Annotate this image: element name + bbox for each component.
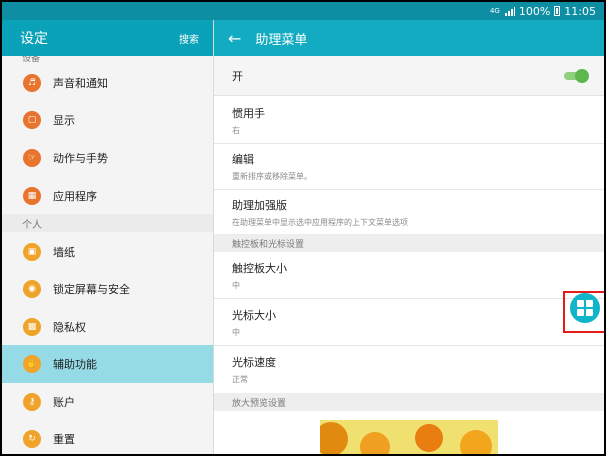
setting-value: 中 [232, 280, 240, 290]
setting-title: 惯用手 [232, 106, 265, 120]
settings-title: 设定 [20, 31, 48, 47]
assistant-menu-settings: 开 惯用手 右 编辑 重新排序或移除菜单。 助理加强版 在助理菜单中显示选中应用… [214, 56, 604, 454]
page-title: 助理菜单 [255, 32, 308, 48]
sidebar-item-label: 应用程序 [53, 189, 97, 203]
key-icon: ⚷ [23, 392, 41, 411]
battery-icon [554, 6, 561, 16]
section-header-zoom-preview: 放大预览设置 [214, 393, 604, 411]
apps-icon: ▦ [23, 186, 41, 205]
setting-description: 在助理菜单中显示选中应用程序的上下文菜单选项 [232, 217, 408, 227]
setting-value: 正常 [232, 375, 248, 384]
network-type: 4G [489, 6, 500, 15]
battery-text: 100% [518, 4, 551, 18]
lock-icon: ◉ [23, 279, 41, 298]
highlight-box [563, 291, 604, 333]
volume-icon: ♬ [23, 73, 41, 92]
settings-sidebar: 设备 ♬ 声音和通知 ▢ 显示 ☞ 动作与手势 ▦ 应用程序 个人 ▣ 墙纸 ◉… [2, 56, 213, 454]
sidebar-item-lock-screen[interactable]: ◉ 锁定屏幕与安全 [2, 270, 213, 307]
master-switch[interactable] [564, 68, 589, 83]
sidebar-item-label: 账户 [53, 395, 75, 409]
sidebar-item-accessibility[interactable]: ✋ 辅助功能 [2, 345, 213, 383]
toggle-label: 开 [232, 69, 243, 83]
section-label-device: 设备 [22, 56, 41, 64]
setting-cursor-speed[interactable]: 光标速度 正常 [214, 346, 604, 393]
setting-dominant-hand[interactable]: 惯用手 右 [214, 97, 604, 143]
setting-title: 光标速度 [232, 356, 276, 369]
privacy-icon: ▩ [23, 317, 41, 336]
master-toggle-row[interactable]: 开 [214, 56, 604, 96]
setting-title: 编辑 [232, 153, 254, 166]
sidebar-item-label: 动作与手势 [53, 151, 108, 165]
sidebar-item-label: 墙纸 [53, 245, 75, 259]
sidebar-item-label: 隐私权 [53, 320, 86, 334]
sidebar-item-apps[interactable]: ▦ 应用程序 [2, 177, 213, 214]
setting-title: 光标大小 [232, 308, 276, 322]
display-icon: ▢ [23, 110, 41, 129]
search-button[interactable]: 搜索 [179, 31, 199, 46]
clock: 11:05 [564, 4, 596, 18]
setting-assistant-plus[interactable]: 助理加强版 在助理菜单中显示选中应用程序的上下文菜单选项 [214, 190, 604, 234]
setting-title: 触控板大小 [232, 261, 287, 275]
gesture-icon: ☞ [23, 148, 41, 167]
sidebar-item-label: 显示 [53, 113, 75, 127]
zoom-preview-image [320, 420, 498, 454]
sidebar-item-display[interactable]: ▢ 显示 [2, 101, 213, 138]
setting-value: 右 [232, 125, 240, 135]
settings-header: 设定 搜索 [2, 20, 213, 56]
reset-icon: ↻ [23, 429, 41, 448]
sidebar-item-label: 重置 [53, 432, 75, 446]
hand-icon: ✋ [23, 355, 41, 373]
setting-touchpad-size[interactable]: 触控板大小 中 [214, 252, 604, 298]
screen: 4G 100% 11:05 设定 搜索 ← 助理菜单 设备 ♬ 声音和通知 ▢ … [2, 2, 604, 454]
setting-description: 重新排序或移除菜单。 [232, 172, 312, 181]
section-header-touchpad: 触控板和光标设置 [214, 234, 604, 252]
switch-knob [575, 68, 589, 83]
sidebar-item-privacy[interactable]: ▩ 隐私权 [2, 308, 213, 345]
sidebar-item-reset[interactable]: ↻ 重置 [2, 420, 213, 454]
sidebar-item-wallpaper[interactable]: ▣ 墙纸 [2, 233, 213, 270]
sidebar-item-label: 辅助功能 [53, 358, 97, 371]
sidebar-item-label: 锁定屏幕与安全 [53, 282, 130, 296]
arrow-left-icon[interactable]: ← [228, 29, 241, 48]
section-header-personal: 个人 [2, 214, 213, 232]
setting-title: 助理加强版 [232, 198, 287, 212]
status-bar: 4G 100% 11:05 [2, 2, 604, 20]
sidebar-item-sound[interactable]: ♬ 声音和通知 [2, 64, 213, 101]
sidebar-item-gestures[interactable]: ☞ 动作与手势 [2, 139, 213, 176]
wallpaper-icon: ▣ [23, 242, 41, 261]
sidebar-item-accounts[interactable]: ⚷ 账户 [2, 383, 213, 420]
sidebar-item-label: 声音和通知 [53, 76, 108, 90]
setting-cursor-size[interactable]: 光标大小 中 [214, 299, 604, 345]
assistant-menu-header: ← 助理菜单 [214, 20, 604, 56]
setting-value: 中 [232, 327, 240, 337]
setting-edit[interactable]: 编辑 重新排序或移除菜单。 [214, 144, 604, 189]
signal-icon [504, 6, 515, 16]
